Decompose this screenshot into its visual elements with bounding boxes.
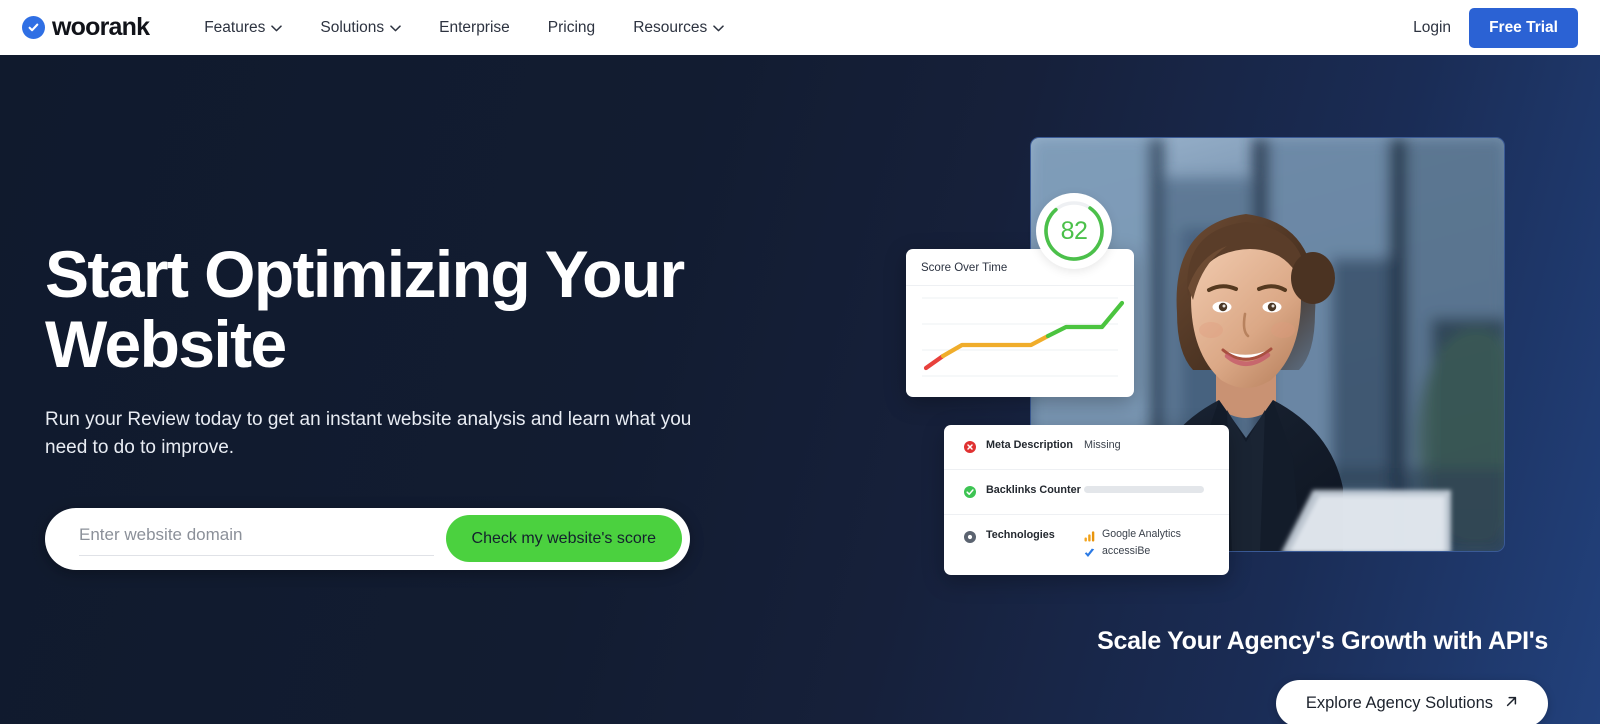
check-circle-icon bbox=[22, 16, 45, 39]
score-badge: 82 bbox=[1036, 193, 1112, 269]
score-over-time-card: Score Over Time bbox=[906, 249, 1134, 397]
nav-item-resources[interactable]: Resources bbox=[614, 19, 743, 37]
result-row-technologies: Technologies Google Analytics accessiBe bbox=[944, 515, 1229, 569]
agency-button-label: Explore Agency Solutions bbox=[1305, 694, 1493, 712]
nav-label: Resources bbox=[633, 18, 708, 36]
login-link[interactable]: Login bbox=[1413, 19, 1451, 37]
chevron-down-icon bbox=[713, 19, 725, 37]
nav-item-solutions[interactable]: Solutions bbox=[301, 19, 420, 37]
nav-label: Solutions bbox=[320, 18, 385, 36]
agency-cta: Scale Your Agency's Growth with API's Ex… bbox=[1097, 627, 1548, 724]
result-row-meta-description: Meta Description Missing bbox=[944, 425, 1229, 470]
nav-item-enterprise[interactable]: Enterprise bbox=[420, 19, 529, 37]
technologies-list: Google Analytics accessiBe bbox=[1084, 528, 1181, 557]
hero-content: Start Optimizing Your Website Run your R… bbox=[45, 237, 745, 570]
brand-logo[interactable]: woorank bbox=[22, 13, 150, 42]
search-input-wrapper bbox=[45, 521, 446, 556]
error-circle-icon bbox=[964, 440, 976, 453]
success-circle-icon bbox=[964, 485, 976, 498]
hero-section: Start Optimizing Your Website Run your R… bbox=[0, 55, 1600, 724]
check-score-button[interactable]: Check my website's score bbox=[445, 515, 682, 563]
nav-item-features[interactable]: Features bbox=[185, 19, 301, 37]
accessibe-icon bbox=[1084, 546, 1095, 557]
nav-item-pricing[interactable]: Pricing bbox=[529, 19, 614, 37]
explore-agency-solutions-button[interactable]: Explore Agency Solutions bbox=[1275, 680, 1548, 724]
chevron-down-icon bbox=[271, 19, 283, 37]
score-value: 82 bbox=[1060, 216, 1088, 245]
agency-title: Scale Your Agency's Growth with API's bbox=[1097, 627, 1548, 655]
arrow-up-right-icon bbox=[1505, 694, 1518, 713]
site-header: woorank Features Solutions Enterprise Pr… bbox=[0, 0, 1600, 55]
main-navigation: Features Solutions Enterprise Pricing Re… bbox=[185, 19, 743, 37]
result-label: Backlinks Counter bbox=[986, 484, 1081, 496]
technology-name: accessiBe bbox=[1102, 545, 1151, 557]
page-title: Start Optimizing Your Website bbox=[45, 237, 745, 381]
score-line-chart bbox=[906, 286, 1134, 386]
hero-subtitle: Run your Review today to get an instant … bbox=[45, 408, 692, 459]
audit-results-card: Meta Description Missing Backlinks Count… bbox=[944, 425, 1229, 575]
backlinks-progress-bar bbox=[1084, 486, 1204, 493]
technology-name: Google Analytics bbox=[1102, 528, 1181, 540]
result-row-backlinks-counter: Backlinks Counter bbox=[944, 470, 1229, 515]
nav-label: Pricing bbox=[547, 18, 596, 36]
technology-item-google-analytics: Google Analytics bbox=[1084, 528, 1181, 541]
domain-search-input[interactable] bbox=[79, 521, 434, 556]
header-actions: Login Free Trial bbox=[1413, 7, 1578, 48]
page-root: woorank Features Solutions Enterprise Pr… bbox=[0, 0, 1600, 724]
info-circle-icon bbox=[964, 530, 976, 543]
nav-label: Features bbox=[204, 18, 266, 36]
chevron-down-icon bbox=[390, 19, 401, 37]
result-value: Missing bbox=[1084, 439, 1121, 451]
google-analytics-icon bbox=[1084, 529, 1095, 541]
result-label: Technologies bbox=[986, 529, 1055, 541]
result-label: Meta Description bbox=[986, 439, 1073, 451]
technology-item-accessibe: accessiBe bbox=[1084, 545, 1181, 557]
brand-name: woorank bbox=[52, 13, 150, 41]
hero-title-line-2: Website bbox=[45, 306, 287, 381]
free-trial-button[interactable]: Free Trial bbox=[1469, 7, 1578, 48]
nav-label: Enterprise bbox=[439, 18, 510, 36]
domain-search-bar: Check my website's score bbox=[45, 507, 690, 570]
hero-title-line-1: Start Optimizing Your bbox=[45, 237, 685, 311]
